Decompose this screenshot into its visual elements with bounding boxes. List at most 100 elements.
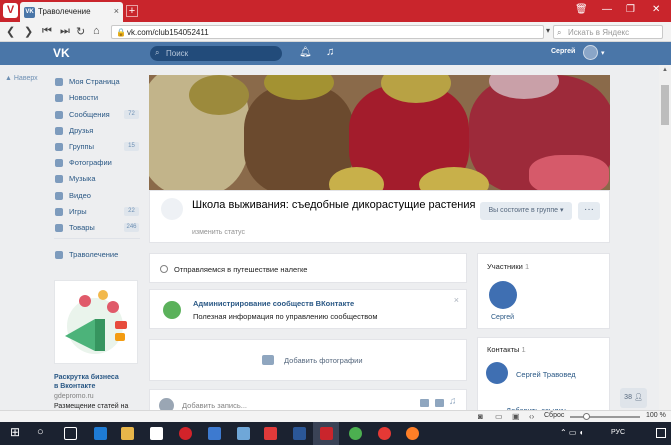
- app-icon[interactable]: [208, 427, 221, 440]
- scroll-up-icon[interactable]: ▲: [662, 67, 668, 73]
- back-to-top-link[interactable]: ▲ Наверх: [5, 75, 38, 82]
- home-icon[interactable]: ⌂: [93, 25, 100, 37]
- minimize-button[interactable]: —: [602, 4, 612, 15]
- sidebar-item-groups[interactable]: Группы: [69, 142, 94, 151]
- sidebar-item-friends[interactable]: Друзья: [69, 126, 93, 135]
- groups-badge: 15: [124, 142, 139, 151]
- yandex-icon[interactable]: [378, 427, 391, 440]
- contacts-count: 1: [521, 345, 526, 354]
- vivaldi-icon[interactable]: [320, 427, 333, 440]
- yandex-search-input[interactable]: ⌕ Искать в Яндекс: [553, 25, 663, 39]
- zoom-slider[interactable]: [570, 416, 640, 418]
- avatar[interactable]: [583, 45, 598, 60]
- tab-title: Траволечение: [38, 7, 91, 16]
- camera-icon[interactable]: ◙: [478, 412, 483, 421]
- tab-close-icon[interactable]: ×: [114, 6, 119, 16]
- bell-icon[interactable]: 🔔︎: [299, 47, 312, 58]
- music-icon[interactable]: ♫: [449, 396, 457, 407]
- members-label: Участники: [487, 262, 523, 271]
- sidebar-item-my-page[interactable]: Моя Страница: [69, 77, 120, 86]
- close-window-button[interactable]: ✕: [652, 4, 660, 15]
- membership-button[interactable]: Вы состоите в группе ▾: [480, 202, 572, 220]
- scroll-thumb[interactable]: [661, 85, 669, 125]
- rewind-icon[interactable]: ⏮: [42, 25, 52, 38]
- notifications-icon[interactable]: [656, 428, 666, 438]
- sidebar-item-video[interactable]: Видео: [69, 191, 91, 200]
- contact-avatar[interactable]: [486, 362, 508, 384]
- photo-icon: [55, 159, 63, 167]
- tray-icons[interactable]: ⌃ ▭ ◖: [560, 428, 584, 437]
- fast-forward-icon[interactable]: ⏭: [60, 25, 70, 38]
- firefox-icon[interactable]: [406, 427, 419, 440]
- more-button[interactable]: ···: [578, 202, 600, 220]
- sidebar-item-games[interactable]: Игры: [69, 207, 87, 216]
- sidebar-item-news[interactable]: Новости: [69, 93, 98, 102]
- add-photos-card[interactable]: Добавить фотографии: [149, 339, 467, 381]
- browser-tab-bar: V VK Траволечение × + 🗑 — ❐ ✕: [0, 0, 671, 22]
- address-bar-row: ❮ ❯ ⏮ ⏭ ↻ ⌂ 🔒 vk.com/club154052411 ▾ ⌕ И…: [0, 22, 671, 42]
- chrome-icon[interactable]: [349, 427, 362, 440]
- forward-icon[interactable]: ❯: [24, 25, 33, 38]
- vivaldi-logo-icon[interactable]: V: [3, 3, 18, 18]
- group-cover-image: [149, 75, 610, 190]
- ad-image[interactable]: [54, 280, 138, 364]
- ad-title-2[interactable]: в Вконтакте: [54, 383, 95, 390]
- group-avatar[interactable]: [161, 198, 183, 220]
- search-icon[interactable]: ○: [37, 426, 50, 439]
- tab-traволечение[interactable]: VK Траволечение ×: [20, 2, 123, 22]
- sidebar-item-photos[interactable]: Фотографии: [69, 158, 112, 167]
- close-icon[interactable]: ×: [454, 295, 459, 305]
- group-icon: [55, 251, 63, 259]
- dropdown-icon[interactable]: ▾: [546, 26, 550, 35]
- change-status-link[interactable]: изменить статус: [192, 229, 245, 236]
- url-input[interactable]: 🔒 vk.com/club154052411: [111, 25, 544, 39]
- contacts-title[interactable]: Контакты 1: [487, 345, 526, 354]
- code-icon[interactable]: ‹›: [529, 412, 534, 421]
- app-icon-3[interactable]: [264, 427, 277, 440]
- vk-search-input[interactable]: ⌕ Поиск: [150, 46, 282, 61]
- member-name[interactable]: Сергей: [491, 314, 514, 321]
- music-icon[interactable]: ♫: [326, 46, 334, 58]
- word-icon[interactable]: [293, 427, 306, 440]
- scrollbar[interactable]: ▲: [659, 65, 671, 410]
- sidebar-item-music[interactable]: Музыка: [69, 174, 96, 183]
- image-icon[interactable]: ▣: [512, 412, 520, 421]
- windows-start-icon[interactable]: ⊞: [10, 425, 23, 439]
- app-icon-2[interactable]: [237, 427, 250, 440]
- new-tab-button[interactable]: +: [126, 5, 138, 17]
- task-view-icon[interactable]: [64, 427, 77, 440]
- ad-title[interactable]: Раскрутка бизнеса: [54, 374, 119, 381]
- chevron-down-icon[interactable]: ▾: [601, 49, 605, 57]
- admin-title[interactable]: Администрирование сообществ ВКонтакте: [193, 299, 354, 308]
- opera-icon[interactable]: [179, 427, 192, 440]
- reload-icon[interactable]: ↻: [76, 25, 85, 38]
- zoom-slider-knob[interactable]: [583, 413, 590, 420]
- camera-icon[interactable]: [420, 399, 429, 407]
- chat-button[interactable]: 38 👤︎: [620, 388, 647, 408]
- add-photos-label: Добавить фотографии: [284, 356, 363, 365]
- back-icon[interactable]: ❮: [6, 25, 15, 38]
- trash-icon[interactable]: 🗑: [575, 4, 588, 15]
- vk-logo[interactable]: VK: [53, 46, 70, 60]
- store-icon[interactable]: [150, 427, 163, 440]
- search-placeholder: Искать в Яндекс: [568, 28, 630, 37]
- browser-status-bar: ◙ ▭ ▣ ‹› Сброс 100 %: [0, 410, 671, 422]
- language-indicator[interactable]: РУС: [611, 429, 625, 436]
- zoom-reset-button[interactable]: Сброс: [544, 412, 564, 419]
- maximize-button[interactable]: ❐: [626, 4, 635, 15]
- news-icon: [55, 94, 63, 102]
- search-icon: ⌕: [557, 28, 562, 37]
- sidebar-item-messages[interactable]: Сообщения: [69, 110, 110, 119]
- folder-icon[interactable]: [121, 427, 134, 440]
- members-title[interactable]: Участники 1: [487, 262, 529, 271]
- lock-icon: 🔒: [116, 28, 126, 37]
- edge-icon[interactable]: [94, 427, 107, 440]
- video-icon[interactable]: [435, 399, 444, 407]
- member-avatar[interactable]: [489, 281, 517, 309]
- user-name[interactable]: Сергей: [551, 48, 575, 55]
- layout-icon[interactable]: ▭: [495, 412, 503, 421]
- sidebar-item-goods[interactable]: Товары: [69, 223, 95, 232]
- sidebar-item-group-link[interactable]: Траволечение: [69, 250, 118, 259]
- camera-icon: [262, 355, 274, 365]
- contact-name[interactable]: Сергей Травовед: [516, 370, 576, 379]
